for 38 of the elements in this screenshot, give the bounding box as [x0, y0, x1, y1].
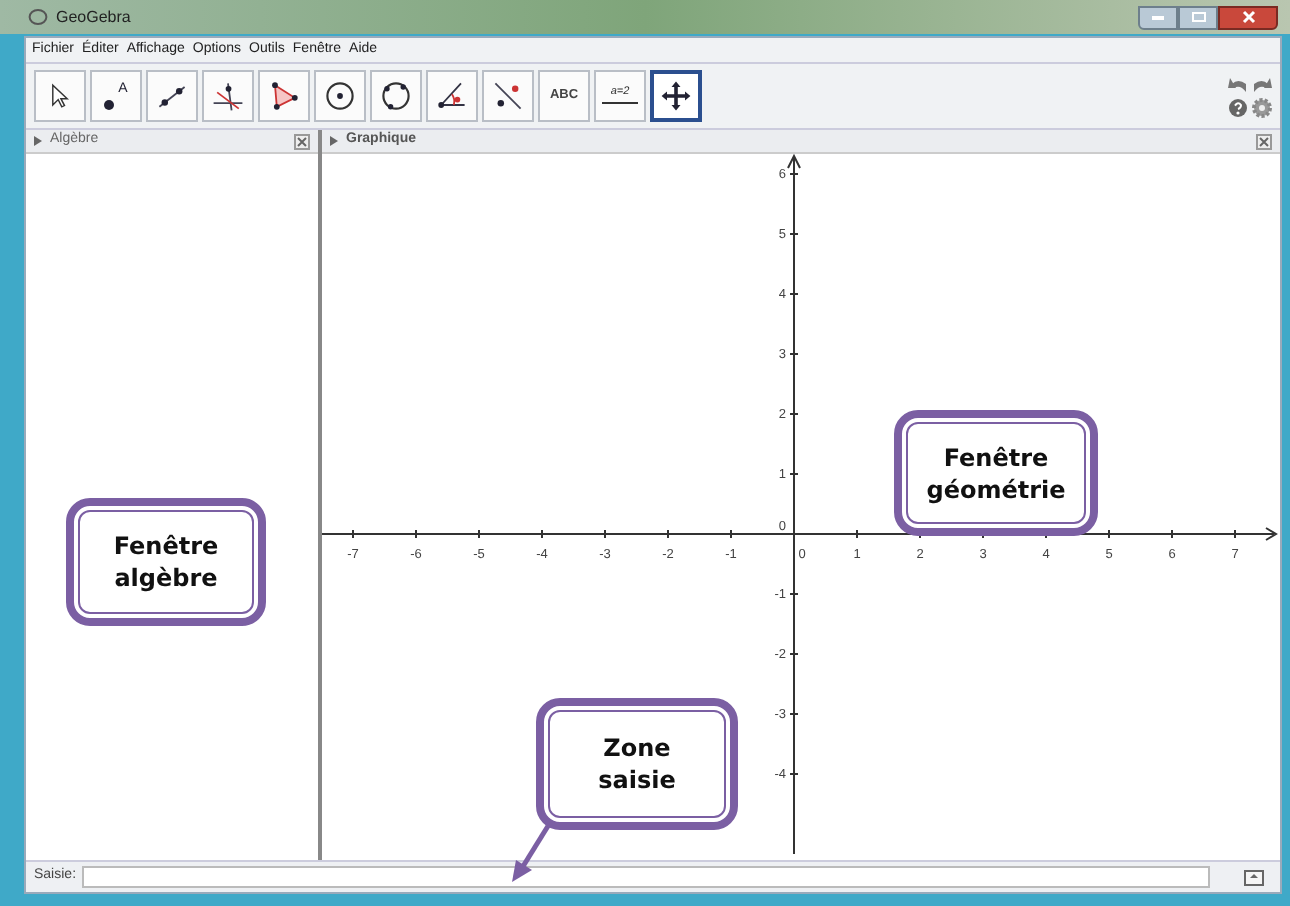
- expand-icon[interactable]: [34, 136, 42, 146]
- minimize-button[interactable]: [1138, 5, 1178, 29]
- app-icon: [28, 8, 48, 26]
- tool-button[interactable]: [202, 70, 254, 122]
- input-field[interactable]: [82, 866, 1210, 888]
- maximize-icon: [1191, 12, 1205, 22]
- undo-icon[interactable]: [1228, 75, 1248, 93]
- tool-button[interactable]: [258, 70, 310, 122]
- angle-icon: [434, 78, 470, 114]
- callout: Fenêtre algèbre: [66, 498, 266, 626]
- maximize-button[interactable]: [1178, 5, 1218, 29]
- window-title: GeoGebra: [56, 5, 131, 29]
- help-icon[interactable]: [1228, 97, 1248, 117]
- callout: Fenêtre géométrie: [894, 410, 1098, 536]
- tool-button[interactable]: [426, 70, 478, 122]
- tool-button[interactable]: [314, 70, 366, 122]
- close-icon[interactable]: [1256, 133, 1272, 149]
- line-points-icon: [490, 78, 526, 114]
- keyboard-icon[interactable]: [1244, 869, 1264, 885]
- close-icon: [1241, 10, 1255, 24]
- tool-button[interactable]: [34, 70, 86, 122]
- perpendicular-line-icon: [210, 78, 246, 114]
- tool-button[interactable]: [650, 70, 702, 122]
- triangle-icon: [266, 78, 302, 114]
- settings-icon[interactable]: [1252, 97, 1272, 117]
- point-icon: [104, 99, 115, 109]
- circle-points-icon: [378, 78, 414, 114]
- close-icon[interactable]: [294, 133, 310, 149]
- tool-button[interactable]: [370, 70, 422, 122]
- redo-icon[interactable]: [1252, 75, 1272, 93]
- tool-button[interactable]: [146, 70, 198, 122]
- move-arrows-icon: [658, 78, 694, 114]
- circle-icon: [322, 78, 358, 114]
- close-button[interactable]: [1218, 5, 1278, 29]
- callout: Zone saisie: [536, 698, 738, 830]
- expand-icon[interactable]: [330, 136, 338, 146]
- minimize-icon: [1152, 15, 1164, 19]
- tool-button[interactable]: [482, 70, 534, 122]
